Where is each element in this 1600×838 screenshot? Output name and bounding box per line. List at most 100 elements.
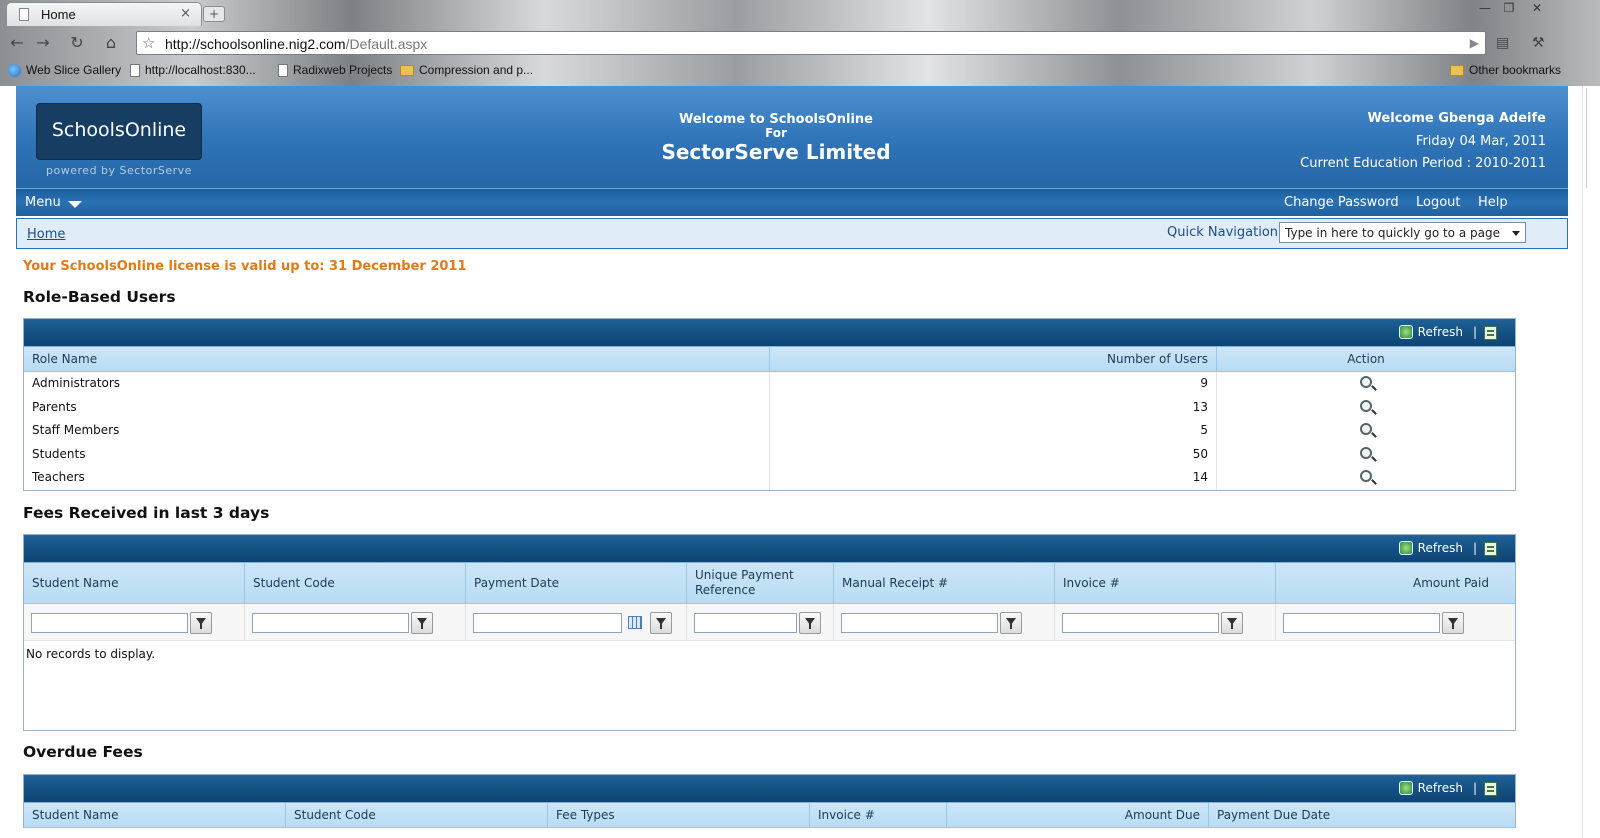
welcome-block: Welcome to SchoolsOnline For SectorServe… — [576, 112, 976, 164]
filter-input[interactable] — [694, 613, 797, 633]
filter-icon[interactable] — [1000, 612, 1022, 634]
home-icon[interactable]: ⌂ — [100, 33, 122, 53]
chevron-down-icon[interactable] — [68, 201, 82, 208]
wrench-icon[interactable]: ⚒ — [1532, 35, 1545, 51]
column-header[interactable]: Role Name — [24, 347, 770, 371]
column-header[interactable]: Manual Receipt # — [834, 563, 1055, 603]
calendar-icon[interactable] — [628, 616, 642, 629]
column-header[interactable]: Amount Paid — [1276, 563, 1497, 603]
column-header[interactable]: Invoice # — [810, 803, 947, 827]
filter-input[interactable] — [31, 613, 188, 633]
export-icon[interactable] — [1484, 782, 1497, 796]
restore-icon[interactable]: ❐ — [1498, 0, 1520, 18]
filter-cell — [687, 604, 834, 640]
breadcrumb: Home Quick Navigation: Type in here to q… — [16, 218, 1568, 249]
change-password-link[interactable]: Change Password — [1284, 195, 1399, 210]
refresh-icon — [1398, 781, 1413, 795]
column-header[interactable]: Student Code — [245, 563, 466, 603]
column-header: Action — [1347, 352, 1385, 366]
filter-icon[interactable] — [799, 612, 821, 634]
filter-cell — [1276, 604, 1515, 640]
help-link[interactable]: Help — [1478, 195, 1508, 210]
go-icon[interactable]: ▶ — [1470, 36, 1479, 50]
browser-tab[interactable]: Home × — [6, 2, 202, 26]
filter-input[interactable] — [841, 613, 998, 633]
table-row: Students 50 — [24, 442, 1515, 466]
page-icon — [278, 63, 288, 77]
user-count: 5 — [770, 419, 1217, 443]
refresh-button[interactable]: Refresh — [1398, 541, 1463, 555]
column-header[interactable]: Invoice # — [1055, 563, 1276, 603]
column-header[interactable]: Payment Due Date — [1209, 803, 1515, 827]
logo-text: SchoolsOnline — [51, 119, 187, 141]
chevron-down-icon[interactable] — [1512, 231, 1520, 236]
user-info: Welcome Gbenga Adeife Friday 04 Mar, 201… — [1300, 108, 1546, 176]
role-name: Administrators — [24, 372, 770, 396]
page-content: SchoolsOnline powered by SectorServe Wel… — [0, 86, 1600, 838]
column-header[interactable]: Student Code — [286, 803, 548, 827]
tab-close-icon[interactable]: × — [180, 6, 191, 21]
export-icon[interactable] — [1484, 326, 1497, 340]
education-period: Current Education Period : 2010-2011 — [1300, 156, 1546, 171]
quick-nav-input[interactable]: Type in here to quickly go to a page — [1279, 222, 1526, 243]
bookmarks-bar: Web Slice Gallery http://localhost:830..… — [0, 60, 1600, 82]
column-header[interactable]: Amount Due — [947, 803, 1209, 827]
quick-nav-value: Type in here to quickly go to a page — [1285, 226, 1500, 240]
magnifier-icon[interactable] — [1360, 446, 1372, 459]
separator: | — [1472, 541, 1477, 555]
bookmark-item[interactable]: http://localhost:830... — [130, 63, 256, 77]
column-header[interactable]: Student Name — [24, 563, 245, 603]
refresh-button[interactable]: Refresh — [1398, 781, 1463, 795]
user-count: 13 — [770, 395, 1217, 419]
filter-icon[interactable] — [190, 612, 212, 634]
export-icon[interactable] — [1484, 542, 1497, 556]
scrollbar-thumb[interactable] — [1586, 88, 1597, 188]
new-tab-button[interactable]: + — [203, 6, 225, 22]
date-filter-input[interactable] — [473, 613, 622, 633]
separator: | — [1472, 781, 1477, 795]
breadcrumb-home[interactable]: Home — [27, 227, 65, 242]
bookmark-item[interactable]: Compression and p... — [400, 63, 533, 77]
magnifier-icon[interactable] — [1360, 423, 1372, 435]
column-header[interactable]: Payment Date — [466, 563, 687, 603]
fees-received-grid: Refresh | Student Name Student Code Paym… — [23, 534, 1516, 731]
filter-icon[interactable] — [411, 612, 433, 634]
bookmark-item[interactable]: Radixweb Projects — [278, 63, 392, 77]
separator: | — [1472, 325, 1477, 339]
view-action — [1217, 372, 1515, 396]
menu-button[interactable]: Menu — [25, 195, 61, 210]
org-name: SectorServe Limited — [661, 140, 891, 164]
refresh-button[interactable]: Refresh — [1398, 325, 1463, 339]
logout-link[interactable]: Logout — [1416, 195, 1461, 210]
close-window-icon[interactable]: ✕ — [1526, 0, 1548, 18]
filter-icon[interactable] — [650, 612, 672, 634]
table-row: Administrators 9 — [24, 372, 1515, 396]
column-header[interactable]: Number of Users — [770, 347, 1217, 371]
filter-input[interactable] — [1283, 613, 1440, 633]
address-bar[interactable]: ☆ http://schoolsonline.nig2.com/Default.… — [136, 31, 1486, 55]
logo[interactable]: SchoolsOnline — [36, 103, 202, 160]
column-header[interactable]: Student Name — [24, 803, 286, 827]
filter-input[interactable] — [1062, 613, 1219, 633]
filter-input[interactable] — [252, 613, 409, 633]
back-icon[interactable]: ← — [6, 33, 28, 53]
magnifier-icon[interactable] — [1360, 399, 1372, 412]
page-menu-icon[interactable]: ▤ — [1496, 35, 1509, 51]
column-header[interactable]: Unique Payment Reference — [687, 563, 834, 603]
filter-icon[interactable] — [1442, 612, 1464, 634]
filter-icon[interactable] — [1221, 612, 1243, 634]
other-bookmarks[interactable]: Other bookmarks — [1450, 63, 1561, 77]
minimize-icon[interactable]: — — [1474, 0, 1496, 18]
magnifier-icon[interactable] — [1360, 470, 1372, 482]
filter-cell — [24, 604, 245, 640]
overdue-fees-grid: Refresh | Student Name Student Code Fee … — [23, 774, 1516, 828]
role-users-grid: Refresh | Role Name Number of Users Acti… — [23, 318, 1516, 491]
page-scrollbar[interactable] — [1582, 86, 1600, 838]
bookmark-star-icon[interactable]: ☆ — [142, 34, 155, 52]
forward-icon[interactable]: → — [32, 33, 54, 53]
bookmark-item[interactable]: Web Slice Gallery — [8, 63, 121, 77]
magnifier-icon[interactable] — [1360, 376, 1372, 388]
reload-icon[interactable]: ↻ — [66, 33, 88, 53]
filter-cell — [245, 604, 466, 640]
column-header[interactable]: Fee Types — [548, 803, 810, 827]
